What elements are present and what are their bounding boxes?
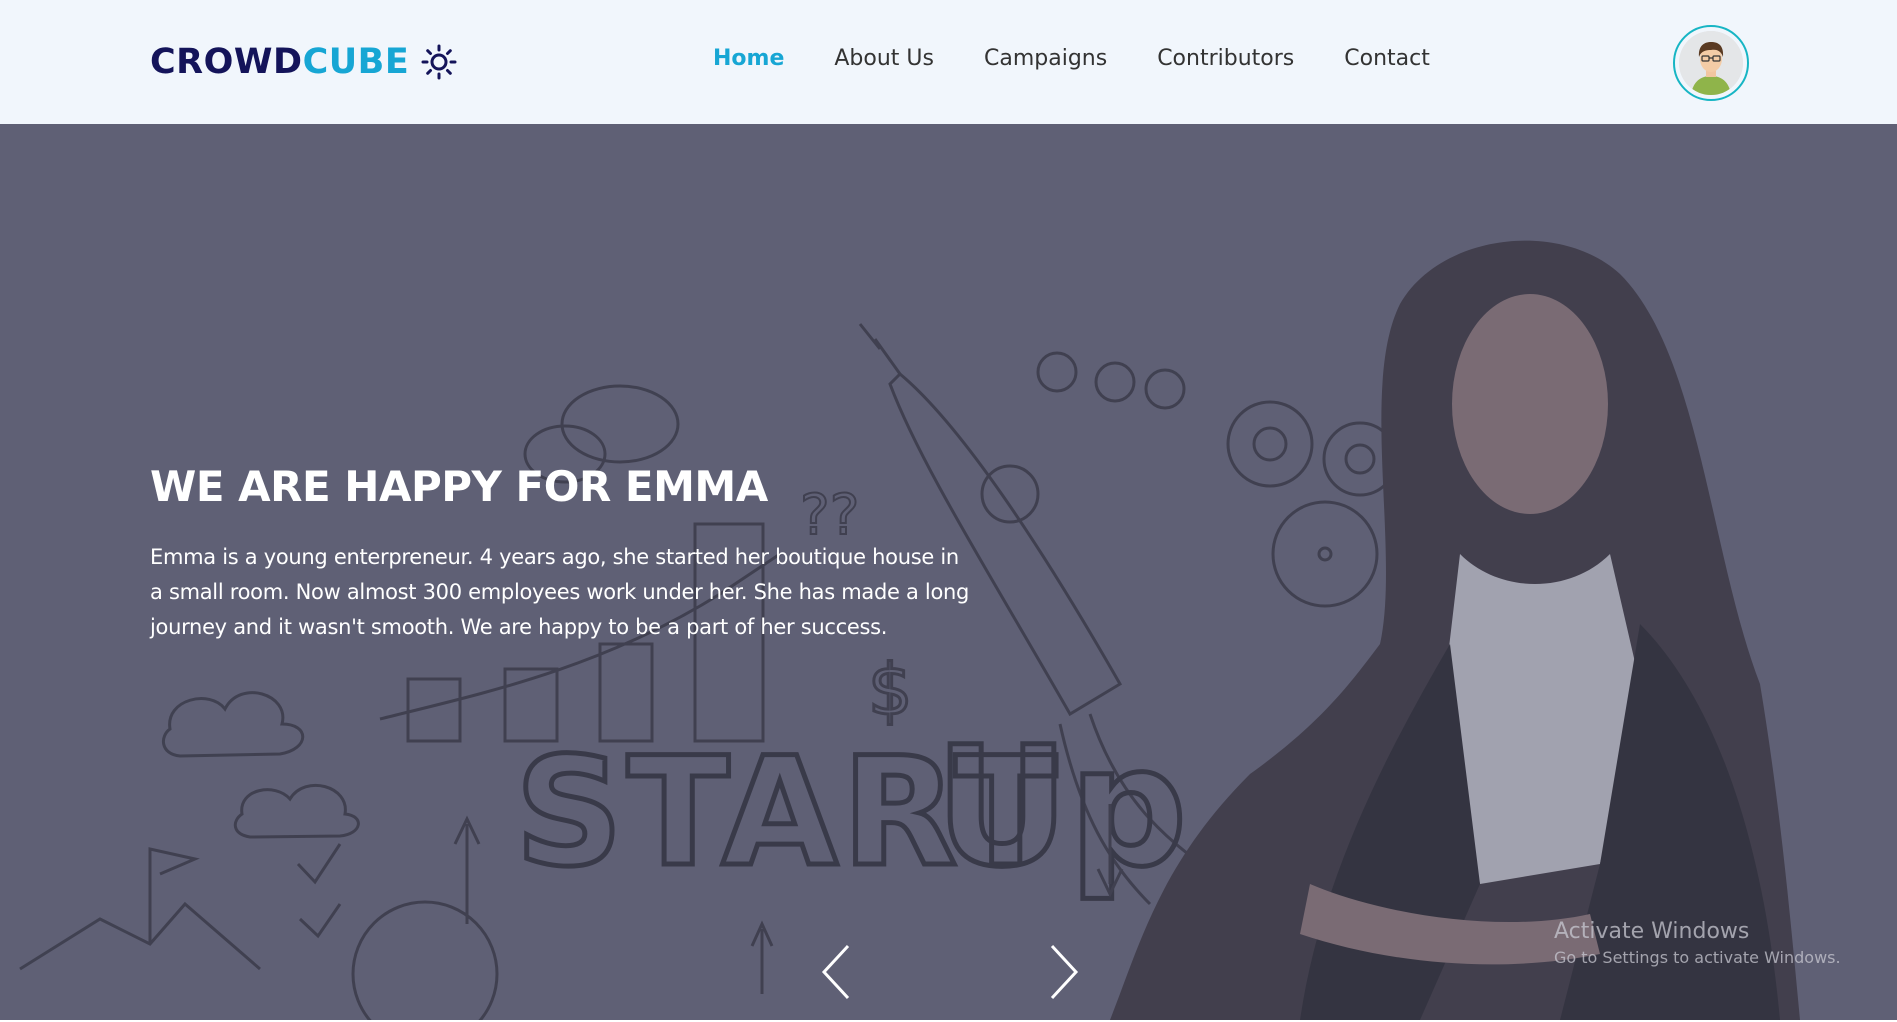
logo-text-cube: CUBE [302,42,410,82]
hero-title: WE ARE HAPPY FOR EMMA [150,462,768,511]
windows-activation-watermark: Activate Windows Go to Settings to activ… [1554,917,1841,969]
main-nav: Home About Us Campaigns Contributors Con… [713,46,1430,71]
logo[interactable]: CROWD CUBE [150,38,457,86]
slider-prev-button[interactable] [818,942,858,1002]
hero-slider: $ ?? START Up WE ARE HAPPY FOR EMMA Emma… [0,124,1897,1020]
user-avatar-icon [1679,31,1743,95]
watermark-line-2: Go to Settings to activate Windows. [1554,948,1841,967]
slider-next-button[interactable] [1042,942,1082,1002]
hero-description: Emma is a young enterpreneur. 4 years ag… [150,545,970,639]
user-avatar-button[interactable] [1673,25,1749,101]
chevron-right-icon [1050,944,1079,1000]
watermark-line-1: Activate Windows [1554,919,1750,944]
nav-home[interactable]: Home [713,46,784,71]
nav-about-us[interactable]: About Us [834,46,934,71]
nav-contributors[interactable]: Contributors [1157,46,1294,71]
chevron-left-icon [821,944,850,1000]
nav-contact[interactable]: Contact [1344,46,1430,71]
logo-text-crowd: CROWD [150,42,303,82]
nav-campaigns[interactable]: Campaigns [984,46,1107,71]
navbar: CROWD CUBE Home About Us Campaigns Contr… [0,0,1897,124]
sun-icon [421,44,457,80]
